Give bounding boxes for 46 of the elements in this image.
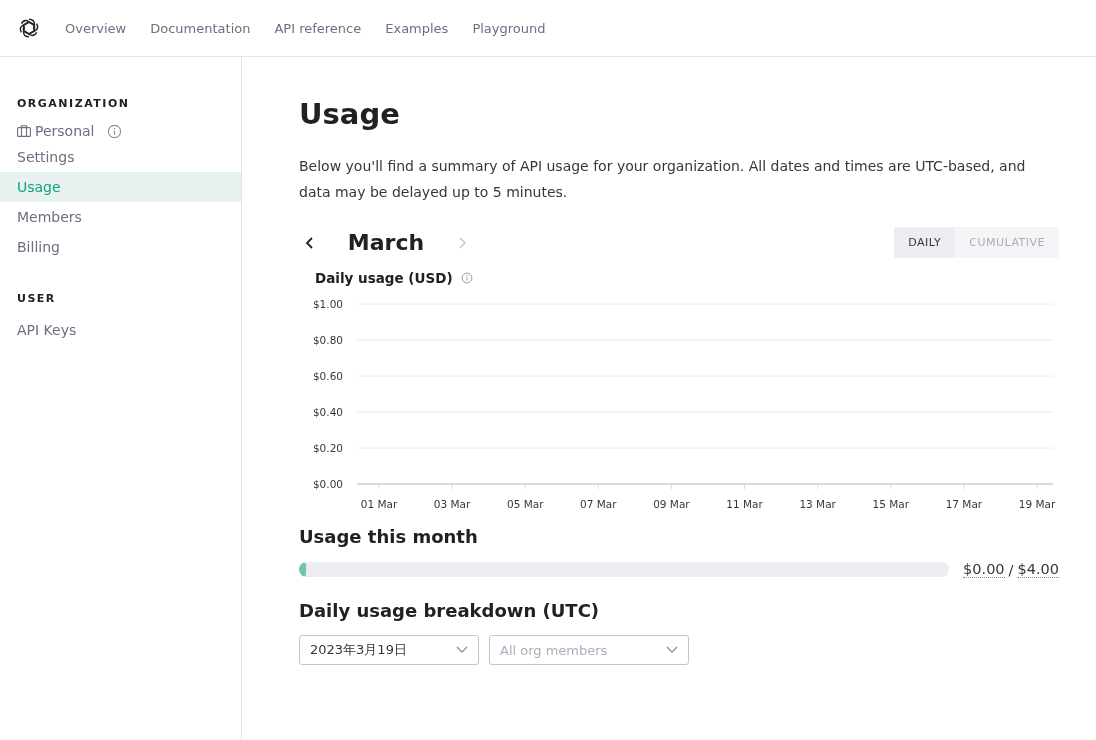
- sidebar-item[interactable]: Usage: [0, 172, 241, 202]
- info-icon: [460, 272, 473, 284]
- nav-link[interactable]: Overview: [65, 20, 127, 36]
- x-tick-label: 15 Mar: [872, 498, 910, 510]
- briefcase-icon: [17, 125, 31, 137]
- section-title: Daily usage breakdown (UTC): [299, 600, 601, 621]
- page-title: Usage: [299, 97, 401, 131]
- sidebar-item[interactable]: Billing: [0, 232, 241, 262]
- date-select[interactable]: 2023年3月19日: [299, 635, 479, 665]
- x-tick-label: 07 Mar: [580, 498, 617, 510]
- usage-amount: $0.00: [963, 561, 1005, 578]
- y-tick-label: $0.40: [312, 406, 343, 418]
- organization-name: Personal: [35, 123, 95, 139]
- caret-icon: [666, 646, 678, 654]
- page-description: Below you'll find a summary of API usage for your organization. All dates and times are UTC-based, and data may be delayed up to 5 minutes.: [299, 157, 1027, 202]
- x-tick-label: 17 Mar: [945, 498, 983, 510]
- y-tick-label: $1.00: [312, 298, 343, 310]
- nav-link[interactable]: Documentation: [150, 20, 251, 36]
- usage-limit: $4.00: [1017, 561, 1059, 578]
- caret-icon: [456, 646, 468, 654]
- section-title: Usage this month: [299, 526, 479, 547]
- nav-link[interactable]: API reference: [274, 20, 362, 36]
- section-heading: ORGANIZATION: [16, 97, 131, 110]
- x-tick-label: 01 Mar: [360, 498, 398, 510]
- x-tick-label: 03 Mar: [433, 498, 471, 510]
- x-tick-label: 11 Mar: [726, 498, 763, 510]
- view-tab[interactable]: DAILY: [894, 227, 956, 258]
- sidebar-item[interactable]: API Keys: [0, 315, 241, 345]
- sidebar-item[interactable]: Members: [0, 202, 241, 232]
- y-tick-label: $0.20: [312, 442, 343, 454]
- x-tick-label: 13 Mar: [799, 498, 836, 510]
- separator: /: [1008, 561, 1014, 578]
- x-tick-label: 19 Mar: [1018, 498, 1056, 510]
- y-tick-label: $0.80: [312, 334, 343, 346]
- logo-icon[interactable]: [17, 16, 41, 40]
- nav-link[interactable]: Playground: [472, 20, 546, 36]
- x-tick-label: 05 Mar: [506, 498, 544, 510]
- nav-link[interactable]: Examples: [385, 20, 449, 36]
- y-tick-label: $0.00: [312, 478, 343, 490]
- chart-title: Daily usage (USD): [315, 270, 453, 286]
- info-icon: [106, 123, 122, 139]
- sidebar-item[interactable]: Settings: [0, 142, 241, 172]
- section-heading: USER: [16, 292, 57, 305]
- y-tick-label: $0.60: [312, 370, 343, 382]
- x-tick-label: 09 Mar: [653, 498, 690, 510]
- month-label: March: [346, 230, 426, 255]
